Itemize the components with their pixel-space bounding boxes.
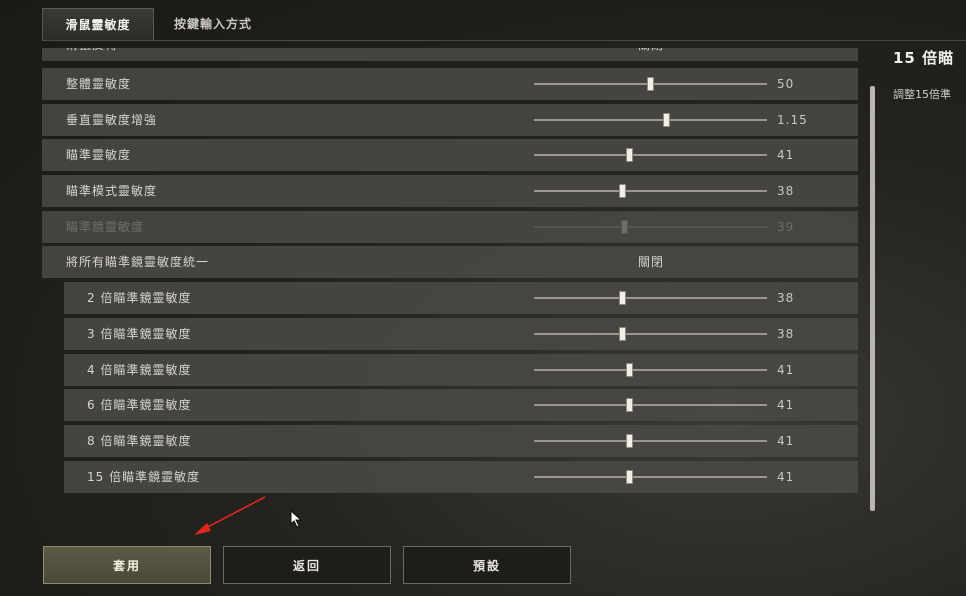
mouse-pointer-icon xyxy=(290,510,303,528)
red-arrow-icon xyxy=(194,496,266,535)
